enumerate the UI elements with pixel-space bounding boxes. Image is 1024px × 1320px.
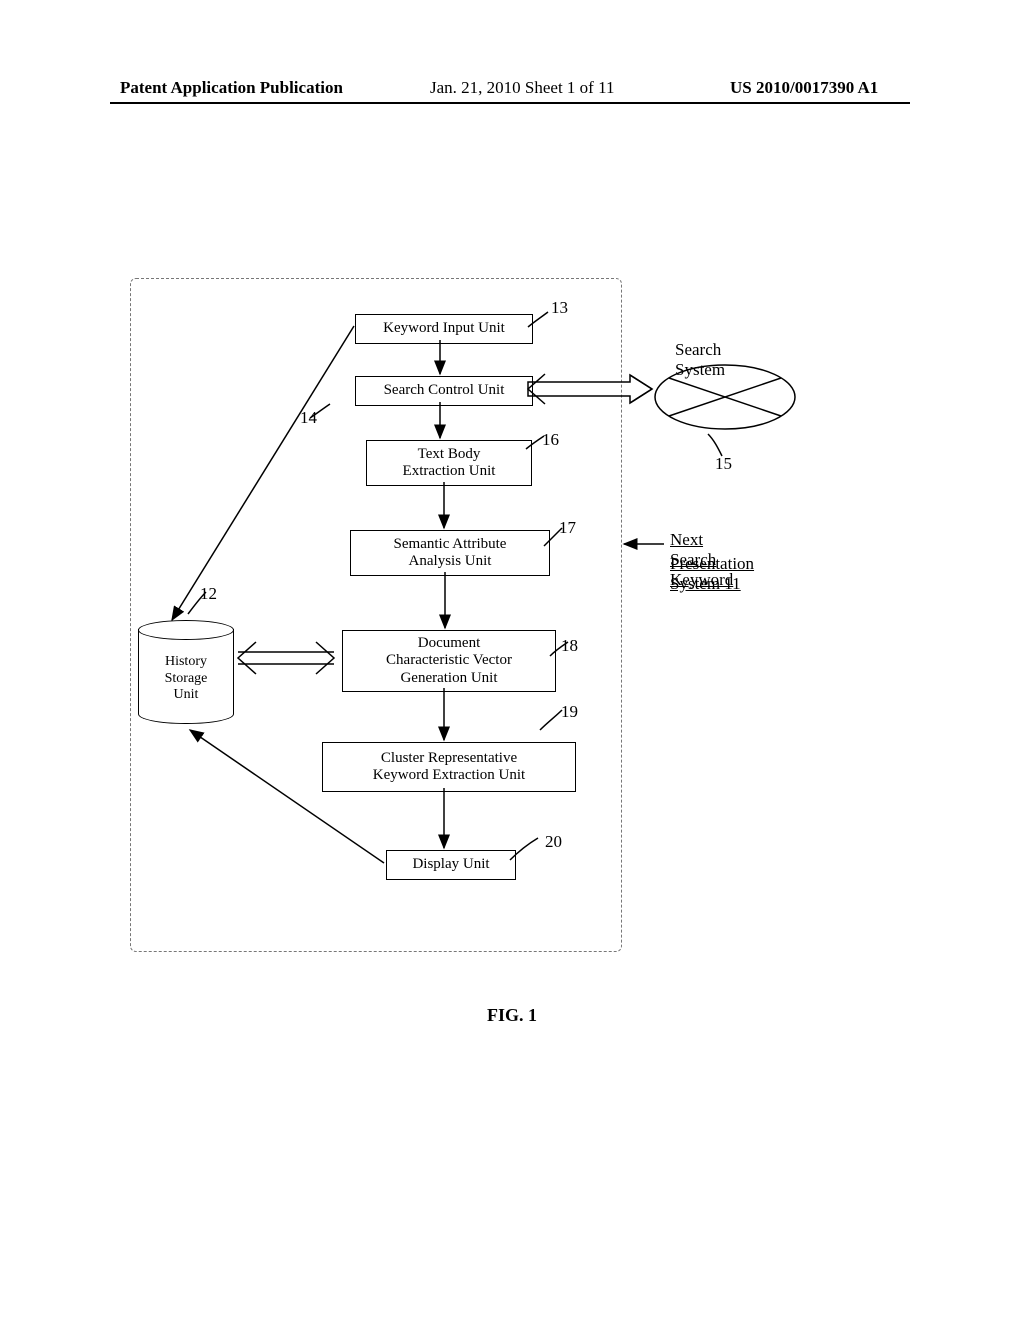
ref-13: 13: [551, 298, 568, 318]
text-body-extraction-unit: Text Body Extraction Unit: [366, 440, 532, 486]
cylinder-top: [138, 620, 234, 640]
history-l3: Unit: [174, 687, 199, 702]
ref-12: 12: [200, 584, 217, 604]
page: Patent Application Publication Jan. 21, …: [0, 0, 1024, 1320]
header-middle: Jan. 21, 2010 Sheet 1 of 11: [430, 78, 614, 98]
ref-17: 17: [559, 518, 576, 538]
header-left: Patent Application Publication: [120, 78, 343, 98]
history-l2: Storage: [165, 671, 208, 686]
header-right: US 2010/0017390 A1: [730, 78, 878, 98]
cluster-keyword-extraction-unit: Cluster Representative Keyword Extractio…: [322, 742, 576, 792]
keyword-input-unit: Keyword Input Unit: [355, 314, 533, 344]
display-unit: Display Unit: [386, 850, 516, 880]
ref-19: 19: [561, 702, 578, 722]
docvec-l1: Document: [418, 635, 480, 652]
ref-18: 18: [561, 636, 578, 656]
search-system-label: Search System: [675, 340, 750, 380]
ref-16: 16: [542, 430, 559, 450]
figure-diagram: Keyword Input Unit Search Control Unit T…: [130, 278, 750, 978]
semantic-attribute-analysis-unit: Semantic Attribute Analysis Unit: [350, 530, 550, 576]
semantic-l2: Analysis Unit: [409, 553, 492, 570]
history-storage-unit: History Storage Unit: [138, 620, 232, 726]
header-rule: [110, 102, 910, 104]
document-vector-generation-unit: Document Characteristic Vector Generatio…: [342, 630, 556, 692]
ref-14: 14: [300, 408, 317, 428]
figure-caption: FIG. 1: [0, 1005, 1024, 1026]
cluster-l2: Keyword Extraction Unit: [373, 767, 525, 784]
cylinder-body: History Storage Unit: [138, 629, 234, 724]
ref-20: 20: [545, 832, 562, 852]
docvec-l3: Generation Unit: [400, 670, 497, 687]
semantic-l1: Semantic Attribute: [394, 536, 507, 553]
search-control-unit: Search Control Unit: [355, 376, 533, 406]
history-l1: History: [165, 654, 207, 669]
system-title-l2: Presentation System 11: [670, 554, 754, 594]
text-body-l1: Text Body: [418, 446, 481, 463]
docvec-l2: Characteristic Vector: [386, 652, 512, 669]
ref-15: 15: [715, 454, 732, 474]
cluster-l1: Cluster Representative: [381, 750, 517, 767]
text-body-l2: Extraction Unit: [403, 463, 496, 480]
